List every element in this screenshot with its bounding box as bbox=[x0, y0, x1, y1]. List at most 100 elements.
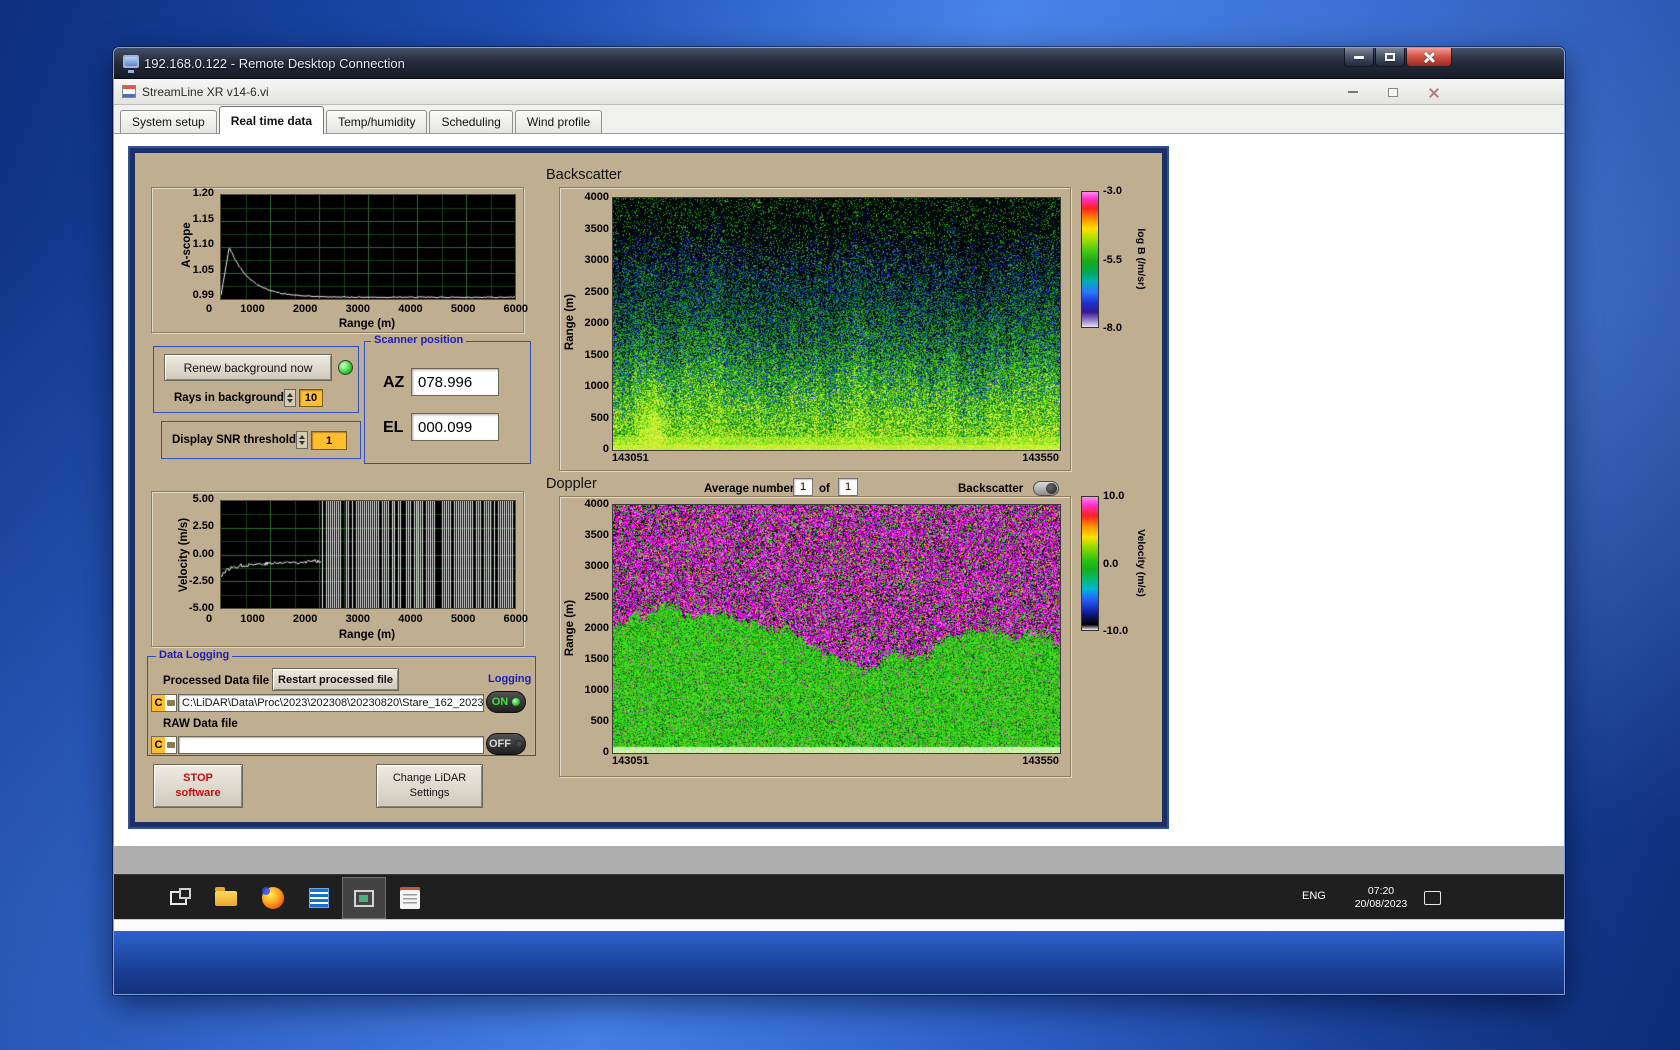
app-minimize-button[interactable] bbox=[1340, 83, 1366, 101]
velocity-plot bbox=[220, 500, 516, 609]
rdp-maximize-button[interactable] bbox=[1375, 48, 1405, 67]
list-app-icon bbox=[309, 888, 329, 908]
app-restore-button[interactable] bbox=[1380, 83, 1406, 101]
task-view-icon bbox=[170, 891, 187, 905]
tick-label: -10.0 bbox=[1103, 626, 1128, 636]
app-close-button[interactable] bbox=[1420, 83, 1446, 101]
terminal-app-button[interactable] bbox=[307, 886, 331, 910]
tick-label: 5000 bbox=[451, 614, 475, 624]
file-explorer-button[interactable] bbox=[214, 886, 238, 910]
spin-down-icon bbox=[299, 441, 305, 445]
raw-path-field[interactable] bbox=[178, 736, 484, 754]
renew-background-button[interactable]: Renew background now bbox=[164, 354, 332, 381]
minimize-icon bbox=[1354, 56, 1364, 59]
streamline-taskbar-button[interactable] bbox=[352, 886, 376, 910]
velocity-y-axis-label: Velocity (m/s) bbox=[178, 515, 190, 595]
azimuth-label: AZ bbox=[383, 374, 404, 392]
tab-system-setup[interactable]: System setup bbox=[120, 110, 217, 133]
tick-label: 2000 bbox=[585, 318, 609, 328]
velocity-x-axis-ticks: 0100020003000400050006000 bbox=[206, 614, 528, 624]
spin-down-icon bbox=[287, 399, 293, 403]
velocity-plot-group: 5.002.500.00-2.50-5.00 01000200030004000… bbox=[151, 491, 524, 647]
snr-threshold-label: Display SNR threshold bbox=[172, 434, 296, 446]
maximize-icon bbox=[1385, 53, 1395, 61]
tab-wind-profile[interactable]: Wind profile bbox=[515, 110, 602, 133]
rays-value-field[interactable]: 10 bbox=[299, 389, 323, 407]
elevation-label: EL bbox=[383, 419, 403, 437]
tick-label: 0.0 bbox=[1103, 559, 1118, 569]
tick-label: 4000 bbox=[585, 499, 609, 509]
tick-label: 10.0 bbox=[1103, 491, 1124, 501]
rdp-computer-icon bbox=[123, 55, 139, 68]
backscatter-title: Backscatter bbox=[546, 167, 622, 183]
azimuth-field[interactable]: 078.996 bbox=[411, 368, 499, 396]
backscatter-colorbar bbox=[1081, 191, 1099, 328]
change-line2: Settings bbox=[410, 786, 450, 801]
processed-logging-toggle-on[interactable]: ON bbox=[486, 691, 526, 713]
elevation-field[interactable]: 000.099 bbox=[411, 413, 499, 441]
snr-value-field[interactable]: 1 bbox=[311, 431, 347, 450]
ascope-y-axis-label: A-scope bbox=[181, 221, 193, 269]
ascope-x-axis-label: Range (m) bbox=[220, 318, 514, 330]
off-led-icon bbox=[515, 740, 523, 748]
restart-processed-file-button[interactable]: Restart processed file bbox=[272, 668, 399, 691]
app-titlebar[interactable]: StreamLine XR v14-6.vi bbox=[114, 79, 1564, 105]
tab-scheduling[interactable]: Scheduling bbox=[429, 110, 512, 133]
average-number-field[interactable]: 1 bbox=[793, 478, 813, 496]
tab-temp-humidity[interactable]: Temp/humidity bbox=[326, 110, 427, 133]
raw-path-drive-button[interactable]: C bbox=[151, 736, 177, 754]
ascope-x-axis-ticks: 0100020003000400050006000 bbox=[206, 304, 528, 314]
change-lidar-settings-button[interactable]: Change LiDAR Settings bbox=[376, 764, 483, 808]
tick-label: -3.0 bbox=[1103, 186, 1122, 196]
tick-label: 4000 bbox=[398, 614, 422, 624]
vi-file-icon bbox=[122, 85, 136, 98]
spin-up-icon bbox=[299, 435, 305, 439]
rdp-horizontal-scrollbar[interactable] bbox=[114, 919, 1564, 931]
stop-software-button[interactable]: STOP software bbox=[153, 764, 243, 808]
doppler-x-end: 143550 bbox=[999, 756, 1059, 766]
backscatter-x-start: 143051 bbox=[612, 453, 649, 463]
tab-real-time-data[interactable]: Real time data bbox=[219, 106, 324, 134]
rdp-close-button[interactable] bbox=[1406, 48, 1452, 67]
restore-icon bbox=[1388, 88, 1398, 97]
processed-path-field[interactable]: C:\LiDAR\Data\Proc\2023\202308\20230820\… bbox=[178, 694, 484, 712]
remote-taskbar: ENG 07:20 20/08/2023 bbox=[114, 874, 1564, 919]
tick-label: 2000 bbox=[293, 304, 317, 314]
tick-label: 1000 bbox=[585, 685, 609, 695]
tick-label: 5000 bbox=[451, 304, 475, 314]
stop-line2: software bbox=[175, 786, 220, 801]
folder-icon bbox=[165, 695, 176, 711]
raw-logging-toggle-off[interactable]: OFF bbox=[486, 733, 526, 755]
rays-spinner[interactable] bbox=[284, 389, 296, 407]
rdp-titlebar[interactable]: 192.168.0.122 - Remote Desktop Connectio… bbox=[114, 48, 1564, 79]
snr-spinner[interactable] bbox=[296, 431, 308, 449]
backscatter-colorbar-ticks: -3.0-5.5-8.0 bbox=[1103, 186, 1137, 333]
scan-scheduler-button[interactable] bbox=[398, 886, 422, 910]
clock[interactable]: 07:20 20/08/2023 bbox=[1346, 885, 1416, 911]
processed-path-drive-button[interactable]: C bbox=[151, 694, 177, 712]
tick-label: 3000 bbox=[585, 561, 609, 571]
tick-label: 6000 bbox=[503, 304, 527, 314]
tick-label: 2000 bbox=[585, 623, 609, 633]
doppler-plot-group: 40003500300025002000150010005000 Range (… bbox=[559, 496, 1071, 777]
action-center-icon[interactable] bbox=[1424, 891, 1441, 905]
tick-label: 2500 bbox=[585, 592, 609, 602]
doppler-colorbar-label: Velocity (m/s) bbox=[1135, 528, 1147, 598]
tick-label: 0.99 bbox=[193, 290, 214, 300]
task-view-button[interactable] bbox=[166, 886, 190, 910]
backscatter-plot-group: 40003500300025002000150010005000 Range (… bbox=[559, 187, 1071, 471]
clock-time: 07:20 bbox=[1346, 885, 1416, 898]
clock-date: 20/08/2023 bbox=[1346, 898, 1416, 911]
language-indicator[interactable]: ENG bbox=[1302, 890, 1326, 902]
rdp-window-title: 192.168.0.122 - Remote Desktop Connectio… bbox=[144, 56, 405, 71]
backscatter-toggle-switch[interactable] bbox=[1033, 481, 1059, 496]
rdp-minimize-button[interactable] bbox=[1344, 48, 1374, 67]
tick-label: 1000 bbox=[240, 304, 264, 314]
firefox-button[interactable] bbox=[261, 886, 285, 910]
backscatter-y-axis-label: Range (m) bbox=[564, 292, 576, 352]
app-window-controls bbox=[1340, 83, 1446, 101]
firefox-icon bbox=[262, 887, 284, 909]
average-total-field[interactable]: 1 bbox=[838, 478, 858, 496]
tick-label: 500 bbox=[591, 413, 609, 423]
tick-label: 2500 bbox=[585, 287, 609, 297]
